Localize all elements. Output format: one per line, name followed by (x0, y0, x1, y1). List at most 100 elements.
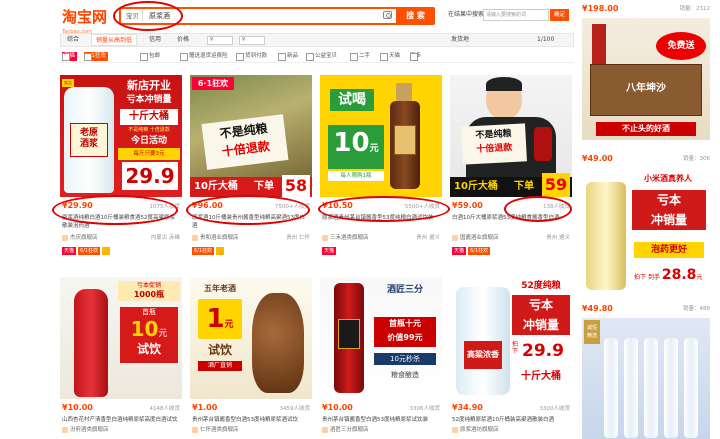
taobao-search-page: 淘宝网 Taobao.com 宝贝 原浆酒 搜 索 在结果中搜索 请输入要搜索的词… (0, 0, 720, 439)
filter-return-insurance[interactable]: 赠送退货运费险 (180, 52, 228, 61)
sort-default[interactable]: 综合 (63, 34, 83, 46)
camera-icon[interactable] (383, 11, 392, 19)
brand-logo-icon: 安吉 (62, 79, 74, 87)
shop-name[interactable]: 国酱酒业旗舰店 (452, 234, 499, 242)
sort-credit[interactable]: 信用 (145, 34, 165, 46)
sidebar-corner-badge: 诚恒 精选 (584, 320, 600, 344)
product-image[interactable]: 酒匠三分 首瓶十元 价值99元 10元秒杀 粮食酿造 (320, 277, 442, 399)
product-title[interactable]: 贵州茅台镇酱香型白酒53度纯粮原浆试饮装 (322, 416, 440, 424)
product-image[interactable]: 不是纯粮 十倍退款 10斤大桶 下单 59 (450, 75, 572, 197)
sidebar-item[interactable]: ¥49.00 销量：306 (582, 153, 710, 167)
product-price: ¥1.00 (192, 403, 218, 412)
product-card[interactable]: 亏本促销 1000瓶 首瓶 10元 试饮 ¥10.00 4148人收货 山西杏花村… (60, 277, 182, 439)
search-highlight-circle (113, 1, 183, 31)
bottle-icon (664, 338, 678, 438)
price-from-input[interactable]: ¥ (207, 36, 233, 45)
sort-sales[interactable]: 销量从高到低 (91, 34, 138, 46)
sign-board: 不是纯粮 十倍退款 (201, 114, 289, 170)
sidebar-promo-line1: 亏本 (656, 193, 681, 207)
search-button[interactable]: 搜 索 (396, 7, 435, 25)
sidebar-item[interactable]: ¥198.00 销量：2312 (582, 3, 710, 17)
product-image[interactable]: 6·1狂欢 不是纯粮 十倍退款 10斤大桶 下单 58 (190, 75, 312, 197)
product-image[interactable]: 安吉 老原 酒浆 新店开业 亏本冲销量 十斤大桶 不是纯粮 十倍退款 今日活动 每… (60, 75, 182, 197)
shop-name[interactable]: 原浆酒坊旗舰店 (452, 426, 499, 434)
product-title[interactable]: 52度纯粮原浆酒10斤桶装高粱酒散装白酒 (452, 416, 570, 424)
badge-row: 天猫 6/1狂欢 (62, 247, 112, 256)
sidebar-price-box: 拍下 到手 28.8元 (634, 264, 706, 286)
band-order: 下单 (514, 181, 534, 192)
search-in-results-button[interactable]: 确定 (550, 9, 569, 21)
product-title[interactable]: 山西杏花村产清香型白酒纯粮原浆高度白酒试饮装 (62, 416, 180, 424)
shop-name[interactable]: 仁怀酒类旗舰店 (192, 426, 239, 434)
sidebar-item[interactable]: ¥49.80 销量：488 (582, 303, 710, 317)
promo-line1: 亏本促销 (136, 282, 161, 289)
promo-guarantee: 不是纯粮 十倍退款 (128, 127, 170, 133)
product-image[interactable]: 试喝 10元 每人限购1瓶 (320, 75, 442, 197)
product-card[interactable]: 不是纯粮 十倍退款 10斤大桶 下单 59 ¥59.00 138人收货 白酒10… (450, 75, 572, 260)
sign-line2: 十倍退款 (476, 143, 513, 155)
filter-free-ship[interactable]: 包邮 (140, 52, 160, 61)
gift-icon (216, 247, 225, 255)
taobao-logo[interactable]: 淘宝网 Taobao.com (62, 6, 112, 35)
product-card[interactable]: 6·1狂欢 不是纯粮 十倍退款 10斤大桶 下单 58 ¥96.00 7500+… (190, 75, 312, 260)
shop-name[interactable]: 汾府酒类旗舰店 (62, 426, 109, 434)
product-card[interactable]: 试喝 10元 每人限购1瓶 ¥10.50 5500+人收货 原浆酒贵州茅台镇酱香… (320, 75, 442, 260)
promo-title: 52度纯粮 (521, 281, 561, 291)
bottle-label (394, 125, 416, 155)
barrel-icon (586, 182, 626, 290)
jar-icon (252, 293, 304, 393)
price-highlight-circle (186, 195, 310, 225)
sidebar-image[interactable]: 免费送 八年坤沙 不止头的好酒 (582, 18, 710, 140)
product-sold: 3459人收货 (279, 406, 311, 412)
sidebar-arrive: 到手 (647, 274, 660, 281)
product-card[interactable]: 安吉 老原 酒浆 新店开业 亏本冲销量 十斤大桶 不是纯粮 十倍退款 今日活动 每… (60, 75, 182, 260)
product-card[interactable]: 52度纯粮 高粱浓香 亏本 冲销量 拍下 29.9 十斤大桶 ¥34.90 3300… (450, 277, 572, 439)
tmall-badge: 天猫 (322, 247, 337, 255)
sidebar-image[interactable]: 诚恒 精选 (582, 318, 710, 439)
promo-price: 29.9 (522, 341, 564, 361)
price-to-input[interactable]: ¥ (239, 36, 265, 45)
sidebar-corner-line1: 诚恒 (586, 325, 597, 331)
shop-name[interactable]: 酒匠三分旗舰店 (322, 426, 369, 434)
promo-price-box: 1元 (198, 299, 242, 339)
filter-secondhand[interactable]: 二手 (350, 52, 370, 61)
gift-box-icon: 八年坤沙 (590, 64, 702, 116)
product-card[interactable]: 酒匠三分 首瓶十元 价值99元 10元秒杀 粮食酿造 ¥10.00 3306人收货… (320, 277, 442, 439)
sidebar-image[interactable]: 小米酒真养人 亏本 冲销量 泡药更好 拍下 到手 28.8元 (582, 168, 710, 296)
person-hair-icon (486, 77, 522, 91)
sidebar-unit: 元 (696, 274, 703, 281)
shop-name[interactable]: 杰庆旗舰店 (62, 234, 98, 242)
filter-more[interactable]: 更多 (410, 52, 421, 61)
product-image[interactable]: 52度纯粮 高粱浓香 亏本 冲销量 拍下 29.9 十斤大桶 (450, 277, 572, 399)
tmall-badge: 天猫 (452, 247, 467, 255)
filter-618-badge[interactable]: 6/1狂欢 (84, 52, 108, 61)
ship-from-dropdown[interactable]: 发货地 (447, 34, 473, 46)
shop-name[interactable]: 贵和酒业旗舰店 (192, 234, 239, 242)
promo-first: 首瓶 (142, 308, 156, 316)
promo-price-box: 10元 (328, 125, 384, 169)
filter-cod[interactable]: 货到付款 (236, 52, 267, 61)
filter-charity[interactable]: 公益宝贝 (306, 52, 337, 61)
bottle-label: 老原 酒浆 (70, 123, 108, 157)
product-title[interactable]: 贵州茅台镇酱香型白酒53度纯粮原浆酒试饮 (192, 416, 310, 424)
filter-tmall-badge[interactable]: 天猫 (62, 52, 78, 61)
sign-board: 不是纯粮 十倍退款 (461, 123, 527, 165)
sidebar-sales: 销量：306 (683, 156, 710, 162)
search-in-results-input[interactable]: 请输入要搜索的词 (483, 9, 549, 21)
band-text: 10斤大桶 (454, 181, 498, 192)
product-card[interactable]: 五年老酒 1元 试饮 酒厂直销 ¥1.00 3459人收货 贵州茅台镇酱香型白酒… (190, 277, 312, 439)
tmall-badge: 天猫 (62, 247, 77, 255)
sidebar-drug: 泡药更好 (634, 242, 704, 258)
product-image[interactable]: 亏本促销 1000瓶 首瓶 10元 试饮 (60, 277, 182, 399)
shop-name[interactable]: 三禾酒类旗舰店 (322, 234, 369, 242)
promo-band: 10斤大桶 下单 59 (450, 173, 572, 197)
product-sold: 3300人收货 (539, 406, 571, 412)
product-image[interactable]: 五年老酒 1元 试饮 酒厂直销 (190, 277, 312, 399)
bottle-icon (684, 338, 698, 438)
filter-new[interactable]: 新品 (278, 52, 298, 61)
sort-price[interactable]: 价格 (173, 34, 193, 46)
promo-title: 五年老酒 (204, 284, 236, 293)
promo-today: 今日活动 (130, 136, 167, 146)
filter-tmall[interactable]: 天猫 (380, 52, 400, 61)
page-indicator: 1/100 (537, 36, 555, 43)
